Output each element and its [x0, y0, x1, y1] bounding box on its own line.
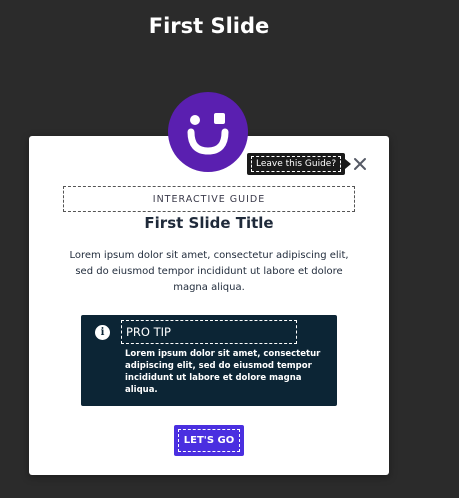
- close-button[interactable]: [351, 155, 369, 173]
- tip-title: PRO TIP: [121, 320, 297, 344]
- close-icon: [354, 158, 366, 170]
- info-icon: i: [95, 325, 110, 340]
- lets-go-label: LET'S GO: [177, 429, 241, 452]
- guide-eyebrow: INTERACTIVE GUIDE: [63, 186, 355, 212]
- page-title: First Slide: [148, 14, 270, 38]
- tooltip-text: Leave this Guide?: [251, 156, 342, 172]
- pro-tip-box: i PRO TIP Lorem ipsum dolor sit amet, co…: [81, 315, 337, 406]
- slide-body-text: Lorem ipsum dolor sit amet, consectetur …: [69, 250, 349, 293]
- leave-guide-tooltip: Leave this Guide?: [247, 153, 352, 175]
- slide-title: First Slide Title: [144, 214, 274, 232]
- brand-logo-icon: [168, 92, 248, 172]
- lets-go-button[interactable]: LET'S GO: [174, 425, 244, 456]
- tip-text: Lorem ipsum dolor sit amet, consectetur …: [125, 349, 321, 395]
